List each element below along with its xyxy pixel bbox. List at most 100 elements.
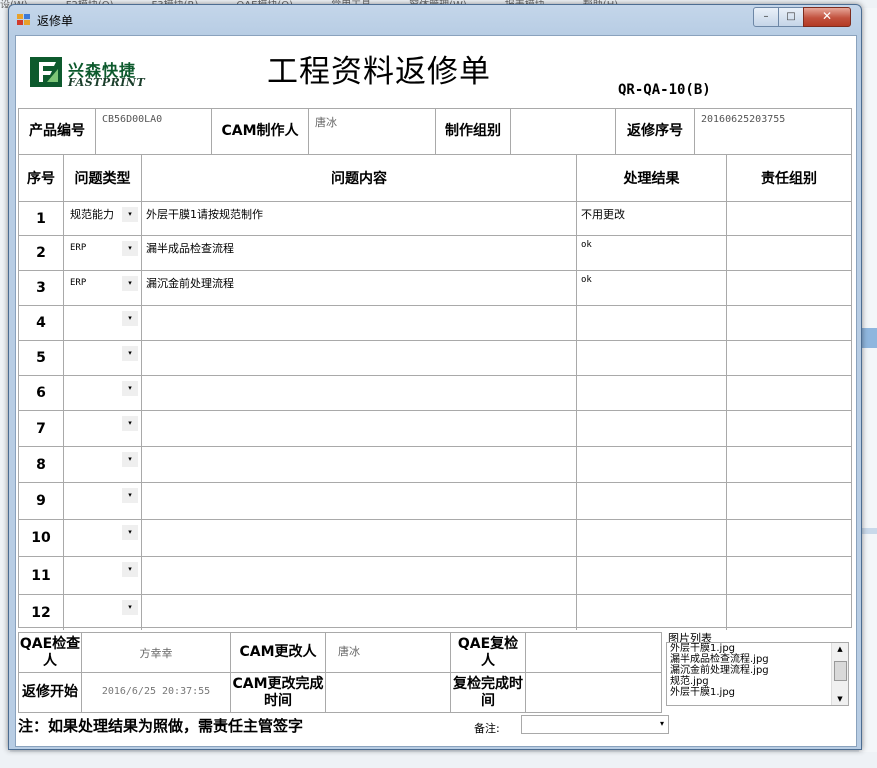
chevron-down-icon[interactable]: ▾	[122, 207, 138, 222]
problem-content-cell[interactable]	[142, 557, 577, 594]
image-list-item[interactable]: 漏沉金前处理流程.jpg	[667, 665, 848, 676]
result-cell[interactable]: ok	[577, 236, 727, 270]
chevron-down-icon[interactable]: ▾	[660, 719, 664, 728]
problem-content-cell[interactable]	[142, 447, 577, 482]
recheck-done-field[interactable]	[525, 672, 662, 713]
result-cell[interactable]: ok	[577, 271, 727, 305]
chevron-down-icon[interactable]: ▾	[122, 381, 138, 396]
responsible-group-cell[interactable]	[727, 447, 851, 482]
table-row: 1 规范能力 ▾ 外层干膜1请按规范制作 不用更改	[19, 201, 851, 235]
chevron-down-icon[interactable]: ▾	[122, 525, 138, 540]
scroll-up-icon[interactable]: ▲	[832, 643, 848, 655]
problem-type-combobox[interactable]: ▾	[64, 447, 142, 482]
result-cell[interactable]	[577, 557, 727, 594]
cam-done-field[interactable]	[325, 672, 451, 713]
problem-type-combobox[interactable]: ▾	[64, 557, 142, 594]
problem-content-cell[interactable]	[142, 306, 577, 340]
responsible-group-cell[interactable]	[727, 202, 851, 235]
document-code: QR-QA-10(B)	[618, 82, 711, 98]
result-cell[interactable]	[577, 411, 727, 446]
col-header-group: 责任组别	[761, 171, 817, 187]
problem-type-combobox[interactable]: ▾	[64, 376, 142, 410]
chevron-down-icon[interactable]: ▾	[122, 241, 138, 256]
result-cell[interactable]	[577, 447, 727, 482]
remark-dropdown[interactable]: ▾	[521, 715, 669, 734]
problem-type-combobox[interactable]: ▾	[64, 483, 142, 519]
chevron-down-icon[interactable]: ▾	[122, 452, 138, 467]
responsible-group-cell[interactable]	[727, 595, 851, 630]
minimize-button[interactable]: –	[753, 7, 779, 27]
image-list-scrollbar[interactable]: ▲ ▼	[831, 643, 848, 705]
make-group-field[interactable]	[510, 108, 616, 155]
problem-content-cell[interactable]: 外层干膜1请按规范制作	[142, 202, 577, 235]
result-cell[interactable]	[577, 520, 727, 556]
background-bottom-panel	[0, 752, 877, 768]
responsible-group-cell[interactable]	[727, 271, 851, 305]
problem-content-cell[interactable]	[142, 520, 577, 556]
result-cell[interactable]	[577, 306, 727, 340]
image-list-item[interactable]: 外层干膜1.jpg	[667, 643, 848, 654]
chevron-down-icon[interactable]: ▾	[122, 276, 138, 291]
responsible-group-cell[interactable]	[727, 411, 851, 446]
result-cell[interactable]	[577, 341, 727, 375]
problem-type-combobox[interactable]: ▾	[64, 520, 142, 556]
document-title: 工程资料返修单	[267, 54, 491, 90]
image-list-item[interactable]: 外层干膜1.jpg	[667, 687, 848, 698]
qae-rechecker-field[interactable]	[525, 632, 662, 673]
row-number: 4	[19, 306, 64, 340]
problem-type-value: ERP	[70, 278, 87, 288]
chevron-down-icon[interactable]: ▾	[122, 488, 138, 503]
repair-seq-field[interactable]: 20160625203755	[694, 108, 852, 155]
cam-modifier-label: CAM更改人	[230, 632, 326, 673]
problem-type-combobox[interactable]: ERP ▾	[64, 236, 142, 270]
cam-done-label: CAM更改完成时间	[230, 672, 326, 713]
result-cell[interactable]	[577, 483, 727, 519]
table-row: 3 ERP ▾ 漏沉金前处理流程 ok	[19, 270, 851, 305]
maximize-button[interactable]: □	[778, 7, 804, 27]
chevron-down-icon[interactable]: ▾	[122, 600, 138, 615]
problem-content-cell[interactable]	[142, 341, 577, 375]
image-list[interactable]: 外层干膜1.jpg 漏半成品检查流程.jpg 漏沉金前处理流程.jpg 规范.jpg 外…	[666, 642, 849, 706]
responsible-group-cell[interactable]	[727, 557, 851, 594]
problem-type-combobox[interactable]: 规范能力 ▾	[64, 202, 142, 235]
close-button[interactable]: ✕	[803, 7, 851, 27]
qae-checker-field[interactable]: 方幸幸	[81, 632, 231, 673]
chevron-down-icon[interactable]: ▾	[122, 311, 138, 326]
cam-maker-field[interactable]: 唐冰	[308, 108, 436, 155]
problem-type-combobox[interactable]: ▾	[64, 411, 142, 446]
problem-type-value: ERP	[70, 243, 87, 253]
row-number: 10	[19, 520, 64, 556]
problem-content-cell[interactable]: 漏沉金前处理流程	[142, 271, 577, 305]
row-number: 5	[19, 341, 64, 375]
problem-content-cell[interactable]	[142, 483, 577, 519]
result-cell[interactable]	[577, 376, 727, 410]
scroll-thumb[interactable]	[834, 661, 847, 681]
responsible-group-cell[interactable]	[727, 236, 851, 270]
problem-content-cell[interactable]	[142, 595, 577, 630]
problem-type-combobox[interactable]: ERP ▾	[64, 271, 142, 305]
image-list-item[interactable]: 漏半成品检查流程.jpg	[667, 654, 848, 665]
problem-content-cell[interactable]	[142, 376, 577, 410]
responsible-group-cell[interactable]	[727, 520, 851, 556]
chevron-down-icon[interactable]: ▾	[122, 416, 138, 431]
title-bar[interactable]: 返修单 – □ ✕	[9, 5, 861, 35]
chevron-down-icon[interactable]: ▾	[122, 562, 138, 577]
result-cell[interactable]: 不用更改	[577, 202, 727, 235]
responsible-group-cell[interactable]	[727, 306, 851, 340]
problem-type-combobox[interactable]: ▾	[64, 306, 142, 340]
responsible-group-cell[interactable]	[727, 376, 851, 410]
product-no-field[interactable]: CB56D00LA0	[95, 108, 212, 155]
result-cell[interactable]	[577, 595, 727, 630]
cam-modifier-field[interactable]: 唐冰	[325, 632, 451, 673]
chevron-down-icon[interactable]: ▾	[122, 346, 138, 361]
problem-content-cell[interactable]	[142, 411, 577, 446]
scroll-down-icon[interactable]: ▼	[832, 693, 848, 705]
repair-seq-label: 返修序号	[615, 108, 695, 155]
responsible-group-cell[interactable]	[727, 483, 851, 519]
responsible-group-cell[interactable]	[727, 341, 851, 375]
problem-type-combobox[interactable]: ▾	[64, 341, 142, 375]
image-list-item[interactable]: 规范.jpg	[667, 676, 848, 687]
problem-content-cell[interactable]: 漏半成品检查流程	[142, 236, 577, 270]
repair-start-field[interactable]: 2016/6/25 20:37:55	[81, 672, 231, 713]
problem-type-combobox[interactable]: ▾	[64, 595, 142, 630]
